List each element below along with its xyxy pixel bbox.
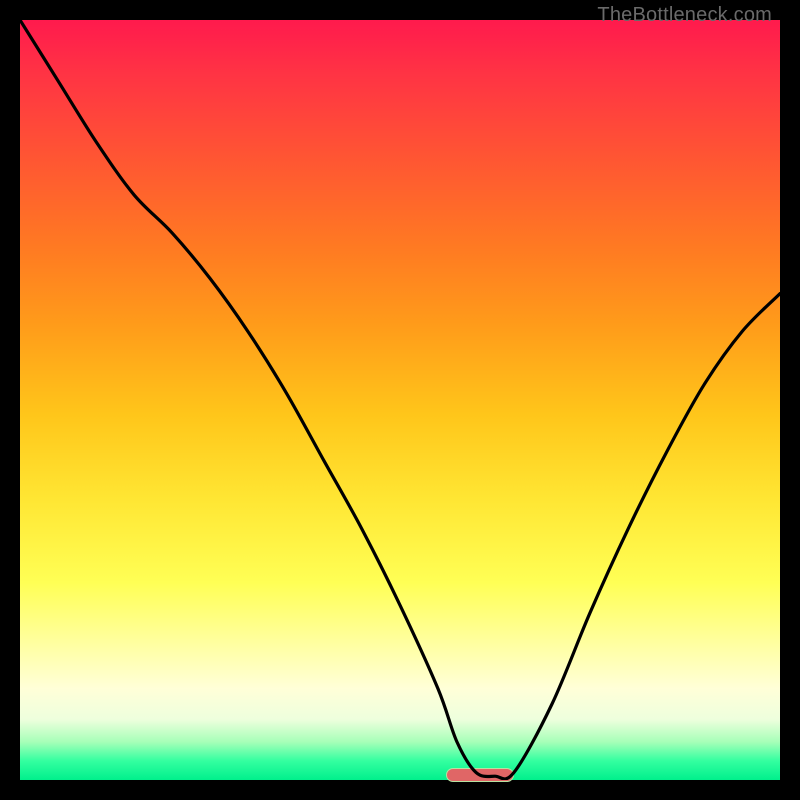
chart-frame — [20, 20, 780, 780]
watermark-text: TheBottleneck.com — [597, 4, 772, 27]
bottleneck-curve — [20, 20, 780, 780]
